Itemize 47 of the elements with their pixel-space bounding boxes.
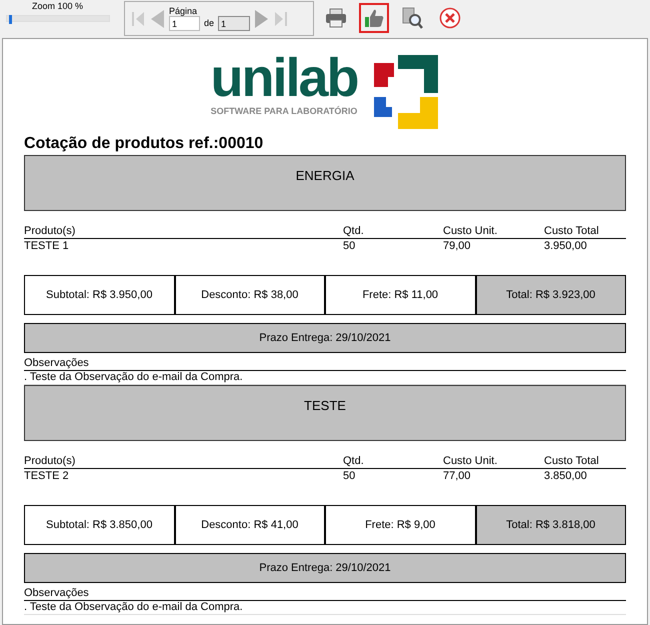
thumbs-up-icon (363, 7, 385, 29)
column-header: Custo Total (544, 225, 599, 237)
column-header: Custo Unit. (443, 455, 498, 467)
logo-wordmark: unilab (210, 53, 358, 103)
table-cell: TESTE 1 (24, 240, 69, 252)
table-cell: 3.950,00 (544, 240, 587, 252)
logo-tagline: SOFTWARE PARA LABORATÓRIO (210, 105, 358, 117)
printer-icon (325, 8, 347, 28)
page-field[interactable]: 1 (169, 16, 200, 31)
table-cell: 50 (343, 470, 356, 482)
column-header: Qtd. (343, 225, 364, 237)
table-cell: TESTE 2 (24, 470, 69, 482)
close-icon (439, 7, 461, 29)
approve-button[interactable] (359, 3, 389, 33)
total-cell: Frete: R$ 11,00 (325, 275, 476, 315)
total-cell: Desconto: R$ 41,00 (174, 505, 325, 545)
total-cell: Total: R$ 3.818,00 (476, 505, 626, 545)
notes-label: Observações (24, 357, 89, 369)
total-cell: Desconto: R$ 38,00 (174, 275, 325, 315)
table-cell: 50 (343, 240, 356, 252)
total-cell: Total: R$ 3.923,00 (476, 275, 626, 315)
total-cell: Subtotal: R$ 3.950,00 (24, 275, 174, 315)
notes-text: . Teste da Observação do e-mail da Compra. (24, 601, 243, 613)
zoom-slider-thumb[interactable] (8, 15, 12, 24)
column-header: Qtd. (343, 455, 364, 467)
page-label: Página (169, 6, 198, 16)
column-header: Produto(s) (24, 225, 76, 237)
of-label: de (204, 16, 214, 30)
table-cell: 3.850,00 (544, 470, 587, 482)
zoom-label: Zoom 100 % (32, 1, 84, 12)
document-search-icon (401, 7, 423, 29)
supplier-header: TESTE (24, 385, 626, 441)
notes-text: . Teste da Observação do e-mail da Compra. (24, 371, 243, 383)
delivery-date-bar: Prazo Entrega: 29/10/2021 (24, 323, 626, 353)
report-title: Cotação de produtos ref.:00010 (24, 135, 264, 152)
delivery-date-bar: Prazo Entrega: 29/10/2021 (24, 553, 626, 583)
column-header: Custo Unit. (443, 225, 498, 237)
zoom-slider-track[interactable] (6, 15, 110, 22)
total-cell: Frete: R$ 9,00 (325, 505, 476, 545)
total-cell: Subtotal: R$ 3.850,00 (24, 505, 174, 545)
table-cell: 79,00 (443, 240, 471, 252)
supplier-header: ENERGIA (24, 155, 626, 211)
notes-label: Observações (24, 587, 89, 599)
column-header: Produto(s) (24, 455, 76, 467)
total-pages-field[interactable]: 1 (218, 16, 250, 31)
table-cell: 77,00 (443, 470, 471, 482)
column-header: Custo Total (544, 455, 599, 467)
